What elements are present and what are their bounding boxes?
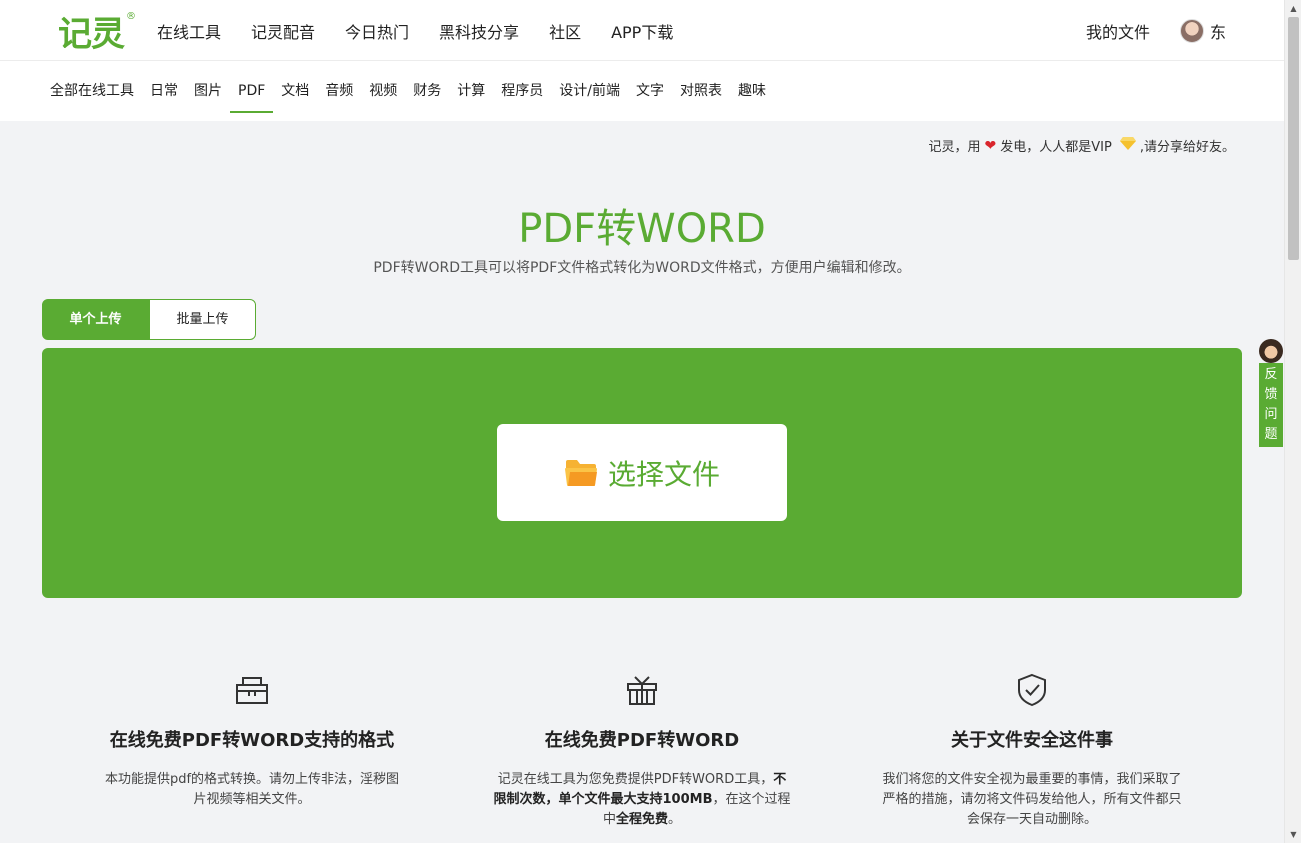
category-daily[interactable]: 日常 (150, 61, 178, 121)
heart-icon: ❤ (984, 137, 997, 154)
tab-single-upload[interactable]: 单个上传 (42, 299, 149, 340)
logo[interactable]: 记灵 ® (58, 10, 136, 55)
feedback-avatar-icon (1259, 339, 1283, 363)
scroll-down-arrow-icon[interactable]: ▼ (1285, 826, 1301, 843)
notice-part1: 记灵，用 (928, 140, 981, 155)
choose-file-button[interactable]: 选择文件 (497, 424, 787, 521)
folder-icon (564, 459, 597, 486)
nav-tech-share[interactable]: 黑科技分享 (439, 19, 519, 43)
avatar[interactable] (1179, 18, 1204, 43)
category-reference-table[interactable]: 对照表 (680, 61, 722, 121)
category-bar: 全部在线工具 日常 图片 PDF 文档 音频 视频 财务 计算 程序员 设计/前… (0, 61, 1284, 121)
user-name[interactable]: 东 (1210, 19, 1226, 43)
nav-community[interactable]: 社区 (549, 19, 581, 43)
category-calculate[interactable]: 计算 (457, 61, 485, 121)
nav-online-tools[interactable]: 在线工具 (157, 19, 221, 43)
choose-file-label: 选择文件 (607, 457, 720, 491)
main-nav: 在线工具 记灵配音 今日热门 黑科技分享 社区 APP下载 (157, 0, 703, 61)
feature-free-title: 在线免费PDF转WORD (544, 730, 740, 751)
category-video[interactable]: 视频 (369, 61, 397, 121)
gift-icon (627, 676, 657, 705)
box-icon (236, 677, 268, 704)
upload-mode-tabs: 单个上传 批量上传 (42, 299, 256, 340)
category-text[interactable]: 文字 (636, 61, 664, 121)
category-pdf[interactable]: PDF (229, 61, 274, 121)
diamond-icon (1119, 137, 1136, 154)
feedback-button[interactable]: 反 馈 问 题 (1259, 339, 1283, 447)
category-audio[interactable]: 音频 (325, 61, 353, 121)
notice-part2: 发电，人人都是VIP (1000, 140, 1112, 155)
category-programmer[interactable]: 程序员 (501, 61, 543, 121)
page: 记灵 ® 在线工具 记灵配音 今日热门 黑科技分享 社区 APP下载 我的文件 东… (0, 0, 1284, 843)
feature-formats: 在线免费PDF转WORD支持的格式 本功能提供pdf的格式转换。请勿上传非法，淫… (72, 672, 432, 810)
scrollbar-thumb[interactable] (1288, 17, 1299, 260)
feedback-label: 反 馈 问 题 (1259, 363, 1283, 447)
feature-security-title: 关于文件安全这件事 (951, 730, 1113, 751)
category-document[interactable]: 文档 (281, 61, 309, 121)
nav-voice-dubbing[interactable]: 记灵配音 (251, 19, 315, 43)
logo-text: 记灵 (58, 14, 125, 55)
shield-check-icon (1018, 673, 1046, 707)
feature-security-text: 我们将您的文件安全视为最重要的事情，我们采取了严格的措施，请勿将文件码发给他人，… (882, 772, 1182, 827)
category-design-frontend[interactable]: 设计/前端 (559, 61, 620, 121)
feature-free: 在线免费PDF转WORD 记灵在线工具为您免费提供PDF转WORD工具，不限制次… (462, 672, 822, 830)
user-area: 我的文件 东 (1086, 0, 1226, 61)
feature-formats-title: 在线免费PDF转WORD支持的格式 (109, 730, 395, 751)
vertical-scrollbar[interactable]: ▲ ▼ (1284, 0, 1301, 843)
registered-mark: ® (126, 11, 136, 22)
tab-batch-upload[interactable]: 批量上传 (149, 299, 256, 340)
category-image[interactable]: 图片 (194, 61, 222, 121)
page-subtitle: PDF转WORD工具可以将PDF文件格式转化为WORD文件格式，方便用户编辑和修… (373, 260, 911, 276)
category-fun[interactable]: 趣味 (738, 61, 766, 121)
nav-app-download[interactable]: APP下载 (611, 19, 673, 43)
feature-free-text: 记灵在线工具为您免费提供PDF转WORD工具，不限制次数，单个文件最大支持100… (493, 772, 791, 827)
category-list: 全部在线工具 日常 图片 PDF 文档 音频 视频 财务 计算 程序员 设计/前… (50, 61, 782, 121)
category-all-tools[interactable]: 全部在线工具 (50, 61, 134, 121)
my-files-link[interactable]: 我的文件 (1086, 19, 1150, 43)
vip-notice: 记灵，用 ❤ 发电，人人都是VIP ,请分享给好友。 (929, 136, 1235, 155)
page-title: PDF转WORD (518, 206, 766, 252)
feature-formats-text: 本功能提供pdf的格式转换。请勿上传非法，淫秽图片视频等相关文件。 (104, 772, 400, 807)
nav-today-hot[interactable]: 今日热门 (345, 19, 409, 43)
feature-security: 关于文件安全这件事 我们将您的文件安全视为最重要的事情，我们采取了严格的措施，请… (852, 672, 1212, 830)
upload-area[interactable]: 选择文件 (42, 348, 1242, 598)
scroll-up-arrow-icon[interactable]: ▲ (1285, 0, 1301, 17)
notice-part3: ,请分享给好友。 (1139, 140, 1235, 155)
top-header: 记灵 ® 在线工具 记灵配音 今日热门 黑科技分享 社区 APP下载 我的文件 东 (0, 0, 1284, 61)
category-finance[interactable]: 财务 (413, 61, 441, 121)
